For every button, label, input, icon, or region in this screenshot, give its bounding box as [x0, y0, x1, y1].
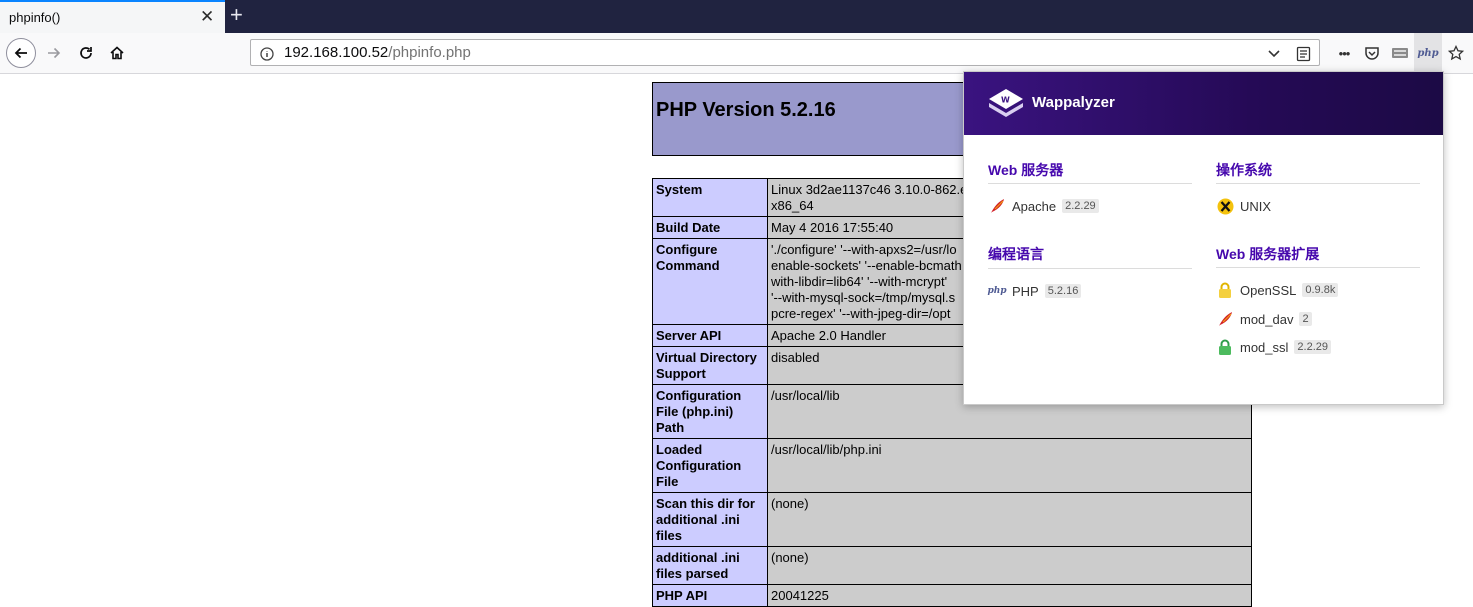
phpinfo-key: Virtual Directory Support — [652, 346, 768, 385]
tech-openssl[interactable]: OpenSSL 0.9.8k — [1216, 280, 1339, 300]
phpinfo-row: Loaded Configuration File/usr/local/lib/… — [652, 438, 1252, 493]
svg-text:W: W — [1001, 96, 1010, 105]
home-button[interactable] — [103, 33, 131, 73]
new-tab-icon[interactable]: + — [230, 3, 243, 27]
url-text[interactable]: 192.168.100.52/phpinfo.php — [284, 44, 471, 61]
reload-button[interactable] — [72, 33, 100, 73]
tech-mod-dav[interactable]: mod_dav 2 — [1216, 309, 1312, 329]
feather-icon — [988, 197, 1006, 215]
phpinfo-key: PHP API — [652, 584, 768, 607]
tech-mod-ssl[interactable]: mod_ssl 2.2.29 — [1216, 337, 1332, 357]
wappalyzer-header: W Wappalyzer — [964, 72, 1443, 135]
phpinfo-value: (none) — [767, 492, 1252, 547]
lock-icon — [1216, 281, 1234, 299]
phpinfo-key: Server API — [652, 324, 768, 347]
pocket-button[interactable] — [1359, 33, 1385, 73]
phpinfo-key: Configuration File (php.ini) Path — [652, 384, 768, 439]
tech-name: Apache — [1012, 198, 1057, 214]
reload-icon — [80, 47, 92, 59]
wappalyzer-logo-icon: W — [989, 89, 1023, 117]
forward-arrow-icon — [48, 47, 61, 59]
wappalyzer-button[interactable]: php — [1414, 33, 1442, 73]
phpinfo-row: PHP API 20041225 — [652, 584, 1252, 607]
divider — [1216, 183, 1420, 184]
navigation-toolbar: 192.168.100.52/phpinfo.php ••• php — [0, 33, 1473, 74]
category-web-server-extensions: Web 服务器扩展 — [1216, 246, 1320, 262]
extension-button[interactable] — [1386, 33, 1414, 73]
home-icon — [110, 46, 124, 60]
php-icon: php — [987, 286, 1007, 296]
phpinfo-key: System — [652, 178, 768, 217]
divider — [1216, 267, 1420, 268]
url-path: /phpinfo.php — [388, 44, 471, 61]
feather-icon — [1216, 310, 1234, 328]
wappalyzer-title: Wappalyzer — [1032, 94, 1115, 111]
bookmark-star-button[interactable] — [1443, 33, 1469, 73]
wappalyzer-popup: W Wappalyzer Web 服务器 Apache 2.2.29 编程语言 … — [963, 71, 1444, 405]
x-unix-icon — [1216, 197, 1234, 215]
phpinfo-row: additional .ini files parsed (none) — [652, 546, 1252, 585]
phpinfo-value: 20041225 — [767, 584, 1252, 607]
divider — [988, 183, 1192, 184]
tech-name: OpenSSL — [1240, 282, 1297, 298]
tech-version: 2.2.29 — [1294, 340, 1332, 354]
back-button[interactable] — [5, 33, 37, 73]
category-operating-system: 操作系统 — [1216, 162, 1272, 178]
category-programming-language: 编程语言 — [988, 246, 1044, 262]
tech-name: PHP — [1012, 283, 1039, 299]
close-tab-icon[interactable]: ✕ — [200, 8, 214, 26]
tech-php[interactable]: php PHP 5.2.16 — [987, 281, 1082, 301]
phpinfo-value: (none) — [767, 546, 1252, 585]
divider — [988, 268, 1192, 269]
tech-name: mod_ssl — [1240, 339, 1289, 355]
phpinfo-key: Loaded Configuration File — [652, 438, 768, 493]
category-web-server: Web 服务器 — [988, 162, 1064, 178]
tab-title: phpinfo() — [9, 10, 61, 25]
tech-version: 0.9.8k — [1302, 283, 1339, 297]
phpinfo-key: Configure Command — [652, 238, 768, 325]
server-icon — [1392, 48, 1408, 58]
tab-phpinfo[interactable]: phpinfo() ✕ — [0, 0, 225, 33]
url-dropdown-icon[interactable] — [1264, 40, 1284, 67]
forward-button[interactable] — [40, 33, 68, 73]
tech-version: 2 — [1299, 312, 1312, 326]
tab-strip: phpinfo() ✕ + — [0, 0, 1473, 33]
tech-name: mod_dav — [1240, 311, 1294, 327]
site-info-icon[interactable] — [259, 40, 275, 67]
tech-name: UNIX — [1240, 198, 1272, 214]
star-icon — [1448, 45, 1464, 61]
phpinfo-row: Scan this dir for additional .ini files(… — [652, 492, 1252, 547]
php-version-title: PHP Version 5.2.16 — [656, 99, 836, 121]
address-bar[interactable]: 192.168.100.52/phpinfo.php — [250, 39, 1320, 66]
tech-unix[interactable]: UNIX — [1216, 196, 1271, 216]
php-icon: php — [1417, 47, 1439, 59]
reader-view-icon[interactable] — [1292, 40, 1314, 67]
lock-green-icon — [1216, 338, 1234, 356]
phpinfo-key: Scan this dir for additional .ini files — [652, 492, 768, 547]
pocket-icon — [1365, 46, 1379, 60]
tech-version: 5.2.16 — [1044, 284, 1082, 298]
phpinfo-key: additional .ini files parsed — [652, 546, 768, 585]
back-arrow-icon — [14, 47, 27, 59]
url-host: 192.168.100.52 — [284, 44, 389, 61]
tech-version: 2.2.29 — [1062, 199, 1099, 213]
phpinfo-value: /usr/local/lib/php.ini — [767, 438, 1252, 493]
phpinfo-key: Build Date — [652, 216, 768, 239]
tech-apache[interactable]: Apache 2.2.29 — [988, 196, 1099, 216]
page-actions-menu-icon[interactable]: ••• — [1330, 33, 1358, 73]
